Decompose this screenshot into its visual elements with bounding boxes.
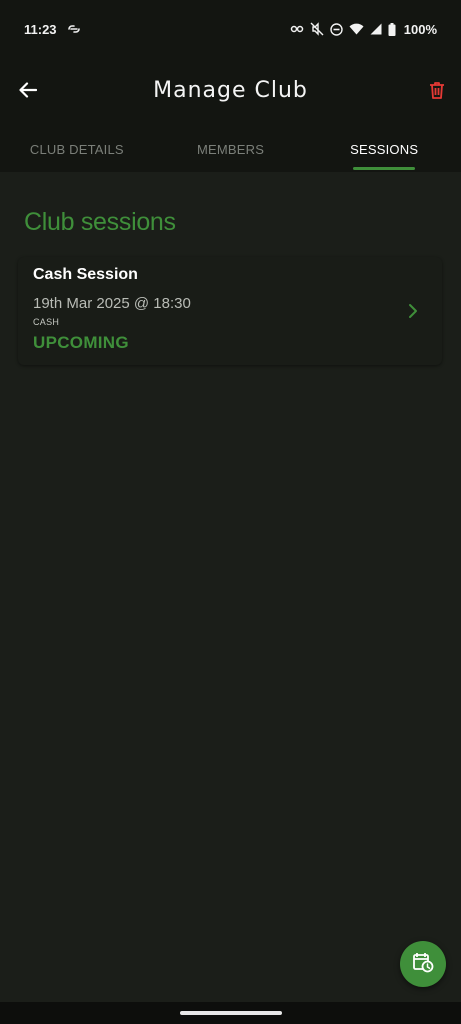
status-bar: 11:23 100% — [0, 0, 461, 58]
section-title: Club sessions — [24, 208, 176, 236]
link-icon — [67, 24, 81, 34]
session-title: Cash Session — [33, 266, 138, 283]
screen: 11:23 100% Manage Club CLUB DETAILS MEMB… — [0, 0, 461, 1024]
wifi-icon — [349, 23, 364, 35]
delete-club-button[interactable] — [423, 78, 451, 106]
mute-icon — [310, 22, 324, 36]
tab-members[interactable]: MEMBERS — [154, 126, 308, 172]
tab-label: MEMBERS — [196, 141, 265, 157]
home-handle[interactable] — [180, 1011, 282, 1015]
signal-icon — [370, 23, 382, 35]
status-icons: 100% — [290, 22, 437, 37]
page-title: Manage Club — [153, 78, 308, 103]
calendar-clock-icon — [412, 951, 434, 978]
main-content: Club sessions Cash Session 19th Mar 2025… — [0, 172, 461, 1002]
battery-percent: 100% — [403, 21, 437, 37]
session-status: UPCOMING — [33, 333, 129, 352]
tab-bar: CLUB DETAILS MEMBERS SESSIONS — [0, 126, 461, 172]
tab-sessions[interactable]: SESSIONS — [307, 126, 461, 172]
chevron-right-icon — [406, 303, 420, 319]
trash-icon — [429, 81, 445, 104]
tab-club-details[interactable]: CLUB DETAILS — [0, 126, 154, 172]
session-card[interactable]: Cash Session 19th Mar 2025 @ 18:30 CASH … — [18, 257, 442, 365]
session-type: CASH — [33, 317, 60, 327]
add-session-button[interactable] — [400, 941, 446, 987]
battery-icon — [388, 22, 396, 36]
system-nav-bar — [0, 1002, 461, 1024]
session-date: 19th Mar 2025 @ 18:30 — [33, 295, 191, 312]
vpn-key-icon — [290, 24, 304, 34]
dnd-icon — [330, 22, 343, 36]
tab-label: CLUB DETAILS — [29, 141, 124, 157]
tab-indicator — [353, 167, 416, 170]
app-bar: Manage Club — [0, 58, 461, 126]
tab-label: SESSIONS — [350, 141, 419, 157]
status-time: 11:23 — [24, 21, 57, 37]
